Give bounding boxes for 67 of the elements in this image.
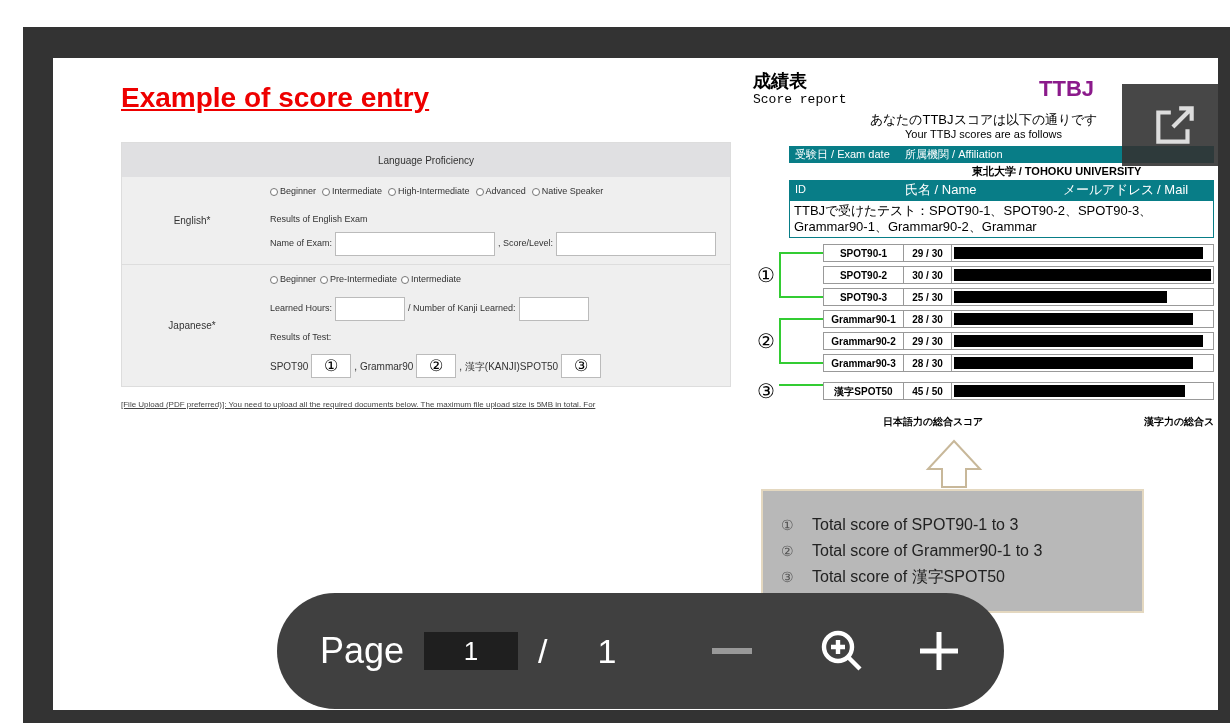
section-header: Language Proficiency bbox=[122, 143, 730, 177]
field-label: Results of Test: bbox=[270, 330, 333, 344]
circled-number: ① bbox=[781, 515, 794, 535]
circled-number: ③ bbox=[756, 379, 776, 404]
field-label: , Grammar90 bbox=[354, 359, 414, 374]
field-label: Learned Hours: bbox=[270, 301, 333, 315]
tests-taken: TTBJで受けたテスト：SPOT90-1、SPOT90-2、SPOT90-3、Grammar90-1、Grammar90-2、Grammar bbox=[794, 202, 1154, 235]
legend-text: Total score of Grammer90-1 to 3 bbox=[812, 541, 1043, 561]
input-field[interactable] bbox=[335, 232, 496, 256]
table-cell: SPOT90-1 bbox=[824, 245, 904, 261]
score-input[interactable]: ③ bbox=[561, 354, 602, 378]
page-label: Page bbox=[320, 629, 405, 673]
header-cell-text: ID bbox=[794, 182, 807, 198]
report-title: 成績表 bbox=[753, 72, 808, 90]
report-message: あなたのTTBJスコアは以下の通りです bbox=[870, 111, 1097, 128]
circled-number: ② bbox=[756, 329, 776, 354]
field-label: / Number of Kanji Learned: bbox=[408, 301, 516, 315]
circled-number: ③ bbox=[781, 567, 794, 587]
radio-option[interactable]: Intermediate bbox=[322, 185, 383, 199]
input-field[interactable] bbox=[335, 296, 406, 321]
minus-icon bbox=[712, 648, 753, 654]
radio-option[interactable]: Pre-Intermediate bbox=[320, 273, 398, 287]
bracket-line bbox=[779, 252, 823, 298]
table-cell: 漢字SPOT50 bbox=[824, 383, 904, 399]
page-input[interactable]: 1 bbox=[424, 632, 519, 670]
page-separator: / bbox=[538, 630, 548, 672]
table-cell: Grammar90-3 bbox=[824, 355, 904, 371]
field-label: , 漢字(KANJI)SPOT50 bbox=[459, 359, 559, 374]
table-cell-text: 東北大学 / TOHOKU UNIVERSITY bbox=[970, 164, 1143, 180]
report-subtitle: Score report bbox=[753, 91, 847, 109]
header-cell-text: 受験日 / Exam date bbox=[794, 146, 891, 162]
summary-label: 日本語力の総合スコア bbox=[883, 415, 983, 429]
header-cell-text: 所属機関 / Affiliation bbox=[904, 146, 1004, 162]
bracket-line bbox=[779, 318, 823, 364]
radio-option[interactable]: Native Speaker bbox=[531, 185, 604, 199]
header-cell-text: 氏名 / Name bbox=[904, 180, 978, 199]
radio-option[interactable]: High-Intermediate bbox=[388, 185, 470, 199]
document-title: Example of score entry bbox=[121, 84, 431, 112]
table-cell: SPOT90-2 bbox=[824, 267, 904, 283]
legend-text: Total score of 漢字SPOT50 bbox=[812, 567, 1005, 587]
score-input[interactable]: ① bbox=[311, 354, 352, 378]
input-field[interactable] bbox=[518, 296, 589, 321]
field-label: English* bbox=[173, 214, 211, 228]
up-arrow-icon bbox=[923, 439, 984, 489]
field-label: Name of Exam: bbox=[270, 237, 333, 251]
field-label: , Score/Level: bbox=[498, 237, 554, 251]
table-cell: Grammar90-1 bbox=[824, 311, 904, 327]
circled-number: ② bbox=[781, 541, 794, 561]
field-label: SPOT90 bbox=[270, 359, 309, 374]
radio-option[interactable]: Advanced bbox=[475, 185, 526, 199]
radio-option[interactable]: Intermediate bbox=[401, 273, 462, 287]
table-cell: SPOT90-3 bbox=[824, 289, 904, 305]
header-cell-text: メールアドレス / Mail bbox=[1061, 180, 1190, 199]
field-label: Results of English Exam bbox=[270, 212, 369, 226]
field-label: Japanese* bbox=[168, 319, 216, 333]
input-field[interactable] bbox=[556, 232, 717, 256]
page-count: 1 bbox=[597, 630, 617, 672]
summary-label: 漢字力の総合ス bbox=[1144, 415, 1214, 429]
score-input[interactable]: ② bbox=[416, 354, 457, 378]
report-message: Your TTBJ scores are as follows bbox=[904, 127, 1063, 142]
legend-text: Total score of SPOT90-1 to 3 bbox=[812, 515, 1019, 535]
circled-number: ① bbox=[756, 263, 776, 288]
upload-note: [File Upload (PDF preferred)]: You need to upload all the required documents below. The maximum file upload size is 5MB in total. For bbox=[121, 399, 597, 411]
radio-option[interactable]: Beginner bbox=[270, 273, 317, 287]
bracket-line bbox=[779, 384, 823, 386]
table-cell: Grammar90-2 bbox=[824, 333, 904, 349]
radio-option[interactable]: Beginner bbox=[270, 185, 317, 199]
